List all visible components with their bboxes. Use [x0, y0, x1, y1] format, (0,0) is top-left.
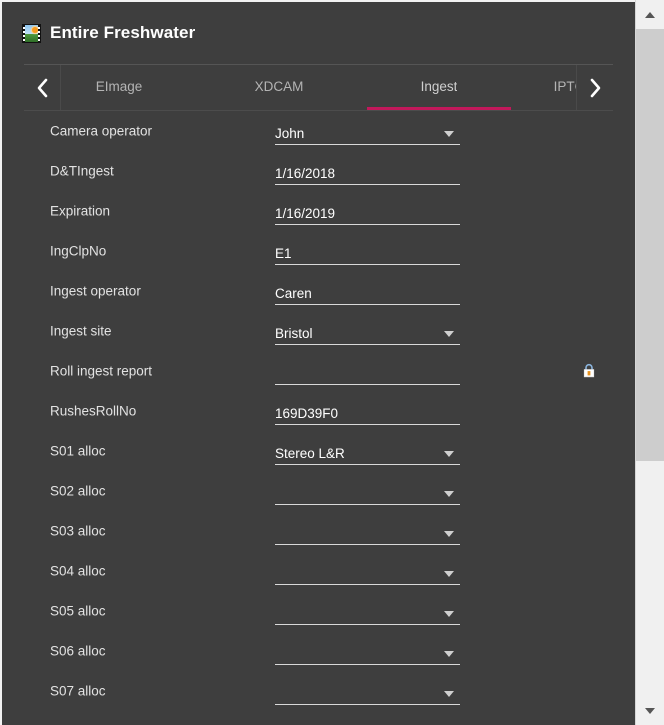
form-field-dropdown[interactable]	[275, 640, 460, 665]
vertical-scrollbar[interactable]	[635, 0, 664, 725]
scrollbar-thumb[interactable]	[636, 29, 664, 461]
form-row-label: RushesRollNo	[50, 403, 137, 419]
form-field-text[interactable]: 1/16/2019	[275, 200, 460, 225]
form-field-value: E1	[275, 246, 292, 261]
form-field-value: 169D39F0	[275, 406, 339, 421]
form-row: Expiration 1/16/2019	[2, 191, 635, 231]
form-row: S07 alloc	[2, 671, 635, 711]
form-row: RushesRollNo 169D39F0	[2, 391, 635, 431]
form-field-dropdown[interactable]: Bristol	[275, 320, 460, 345]
chevron-down-icon[interactable]	[444, 331, 454, 337]
tab-eimage[interactable]: EImage	[61, 65, 199, 110]
form-row-label: S01 alloc	[50, 443, 106, 459]
form-field-value: 1/16/2019	[275, 206, 336, 221]
form-field-dropdown[interactable]	[275, 680, 460, 705]
form-row: S02 alloc	[2, 471, 635, 511]
metadata-form: Camera operator John D&TIngest 1/16/2018 Exp…	[2, 111, 635, 711]
form-row: Ingest operator Caren	[2, 271, 635, 311]
chevron-down-icon[interactable]	[444, 651, 454, 657]
form-field-text[interactable]	[275, 360, 460, 385]
image-thumbnail-icon	[22, 23, 41, 43]
form-field-text[interactable]: 169D39F0	[275, 400, 460, 425]
form-field-value: Stereo L&R	[275, 446, 345, 461]
chevron-right-icon[interactable]	[576, 65, 613, 110]
form-field-text[interactable]: E1	[275, 240, 460, 265]
form-field-text[interactable]: Caren	[275, 280, 460, 305]
form-field-text[interactable]: 1/16/2018	[275, 160, 460, 185]
form-row-label: S06 alloc	[50, 643, 106, 659]
form-row: Camera operator John	[2, 111, 635, 151]
metadata-pane: Entire Freshwater EImage XDCAM Ingest IP…	[2, 2, 635, 725]
chevron-down-icon[interactable]	[444, 611, 454, 617]
chevron-down-icon[interactable]	[444, 691, 454, 697]
tab-label: EImage	[95, 79, 143, 94]
application-window: Entire Freshwater EImage XDCAM Ingest IP…	[0, 0, 664, 725]
lock-icon	[582, 363, 596, 379]
tab-xdcam[interactable]: XDCAM	[199, 65, 359, 110]
tab-iptc-envelope[interactable]: IPTC.Envelope	[519, 65, 576, 110]
panel-header: Entire Freshwater	[2, 2, 635, 64]
form-row-label: S04 alloc	[50, 563, 106, 579]
form-row: Ingest site Bristol	[2, 311, 635, 351]
form-row-label: Camera operator	[50, 123, 153, 139]
tab-label: Ingest	[420, 79, 458, 94]
chevron-down-icon[interactable]	[444, 571, 454, 577]
form-row: S05 alloc	[2, 591, 635, 631]
form-field-dropdown[interactable]	[275, 520, 460, 545]
form-row: S01 alloc Stereo L&R	[2, 431, 635, 471]
form-row-label: S07 alloc	[50, 683, 106, 699]
form-row-label: Ingest site	[50, 323, 112, 339]
form-row-label: S02 alloc	[50, 483, 106, 499]
tabs-scroll-window: EImage XDCAM Ingest IPTC.Envelope	[61, 65, 576, 110]
page-title: Entire Freshwater	[50, 23, 196, 42]
form-row-label: S05 alloc	[50, 603, 106, 619]
tabs-strip: EImage XDCAM Ingest IPTC.Envelope	[61, 65, 576, 110]
form-row: S03 alloc	[2, 511, 635, 551]
form-field-value: Caren	[275, 286, 312, 301]
form-row: Roll ingest report	[2, 351, 635, 391]
form-row: IngClpNo E1	[2, 231, 635, 271]
form-row-label: Roll ingest report	[50, 363, 153, 379]
tab-label: XDCAM	[254, 79, 304, 94]
chevron-down-icon[interactable]	[636, 696, 664, 725]
chevron-up-icon[interactable]	[636, 0, 664, 29]
form-field-dropdown[interactable]: John	[275, 120, 460, 145]
chevron-down-icon[interactable]	[444, 131, 454, 137]
form-field-value: 1/16/2018	[275, 166, 336, 181]
form-row-label: IngClpNo	[50, 243, 107, 259]
form-field-value: John	[275, 126, 305, 141]
form-field-dropdown[interactable]: Stereo L&R	[275, 440, 460, 465]
form-row: S04 alloc	[2, 551, 635, 591]
form-row-label: Expiration	[50, 203, 111, 219]
form-row-label: Ingest operator	[50, 283, 141, 299]
chevron-down-icon[interactable]	[444, 531, 454, 537]
form-field-value: Bristol	[275, 326, 313, 341]
form-field-dropdown[interactable]	[275, 560, 460, 585]
form-field-dropdown[interactable]	[275, 600, 460, 625]
form-row-label: D&TIngest	[50, 163, 114, 179]
form-field-dropdown[interactable]	[275, 480, 460, 505]
tab-ingest[interactable]: Ingest	[359, 65, 519, 110]
chevron-down-icon[interactable]	[444, 451, 454, 457]
chevron-down-icon[interactable]	[444, 491, 454, 497]
tab-label: IPTC.Envelope	[553, 79, 576, 94]
form-row-label: S03 alloc	[50, 523, 106, 539]
tab-bar: EImage XDCAM Ingest IPTC.Envelope	[24, 64, 613, 111]
form-row: D&TIngest 1/16/2018	[2, 151, 635, 191]
chevron-left-icon[interactable]	[24, 65, 61, 110]
form-row: S06 alloc	[2, 631, 635, 671]
